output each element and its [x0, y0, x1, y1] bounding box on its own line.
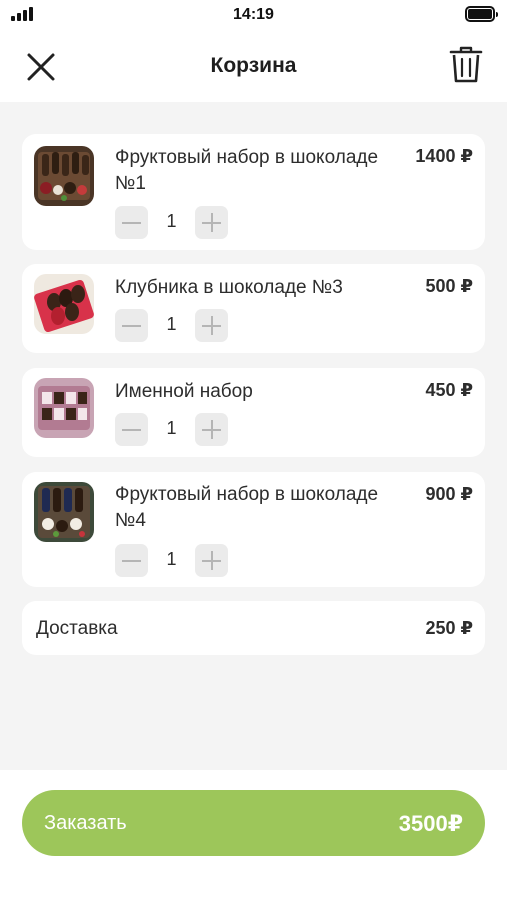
cart-item: Именной набор 450 ₽ 1 — [22, 368, 485, 457]
product-price: 500 ₽ — [425, 276, 473, 296]
delivery-label: Доставка — [36, 618, 118, 639]
increase-quantity-button[interactable] — [195, 413, 228, 446]
product-name: Клубника в шоколаде №3 — [115, 277, 343, 298]
decrease-quantity-button[interactable] — [115, 544, 148, 577]
product-image — [34, 274, 94, 334]
quantity-stepper: 1 — [115, 309, 231, 343]
product-name: Фруктовый набор в шоколаде №4 — [115, 484, 379, 531]
fruit-chocolate-set-photo — [34, 146, 94, 206]
quantity-stepper: 1 — [115, 544, 231, 578]
cart-item: Фруктовый набор в шоколаде №1 1400 ₽ 1 — [22, 134, 485, 250]
product-price: 900 ₽ — [425, 484, 473, 504]
product-name: Фруктовый набор в шоколаде №1 — [115, 147, 379, 194]
product-image — [34, 482, 94, 542]
decrease-quantity-button[interactable] — [115, 413, 148, 446]
product-image — [34, 378, 94, 438]
status-time: 14:19 — [233, 6, 274, 23]
page-title: Корзина — [210, 54, 297, 77]
quantity-stepper: 1 — [115, 413, 231, 447]
quantity-value: 1 — [166, 314, 177, 334]
quantity-value: 1 — [166, 211, 177, 231]
quantity-value: 1 — [166, 549, 177, 569]
increase-quantity-button[interactable] — [195, 206, 228, 239]
decrease-quantity-button[interactable] — [115, 309, 148, 342]
status-bar: 14:19 — [0, 0, 507, 30]
product-price: 450 ₽ — [425, 380, 473, 400]
increase-quantity-button[interactable] — [195, 309, 228, 342]
trash-icon — [449, 46, 483, 83]
delivery-row: Доставка 250 ₽ — [22, 601, 485, 655]
quantity-stepper: 1 — [115, 206, 231, 240]
order-button[interactable]: Заказать 3500₽ — [22, 790, 485, 856]
product-image — [34, 146, 94, 206]
fruit-chocolate-set-photo — [34, 482, 94, 542]
cart-item: Фруктовый набор в шоколаде №4 900 ₽ 1 — [22, 472, 485, 587]
cart-item: Клубника в шоколаде №3 500 ₽ 1 — [22, 264, 485, 353]
order-bar: Заказать 3500₽ — [0, 770, 507, 900]
clear-cart-button[interactable] — [449, 46, 483, 84]
product-price: 1400 ₽ — [415, 146, 473, 166]
battery-icon — [465, 6, 498, 22]
quantity-value: 1 — [166, 418, 177, 438]
product-name: Именной набор — [115, 381, 253, 402]
order-total: 3500₽ — [398, 811, 463, 836]
header: Корзина — [0, 30, 507, 102]
order-button-label: Заказать — [44, 812, 127, 834]
decrease-quantity-button[interactable] — [115, 206, 148, 239]
strawberries-in-chocolate-photo — [34, 274, 94, 334]
increase-quantity-button[interactable] — [195, 544, 228, 577]
delivery-price: 250 ₽ — [425, 618, 473, 638]
named-set-photo — [34, 378, 94, 438]
